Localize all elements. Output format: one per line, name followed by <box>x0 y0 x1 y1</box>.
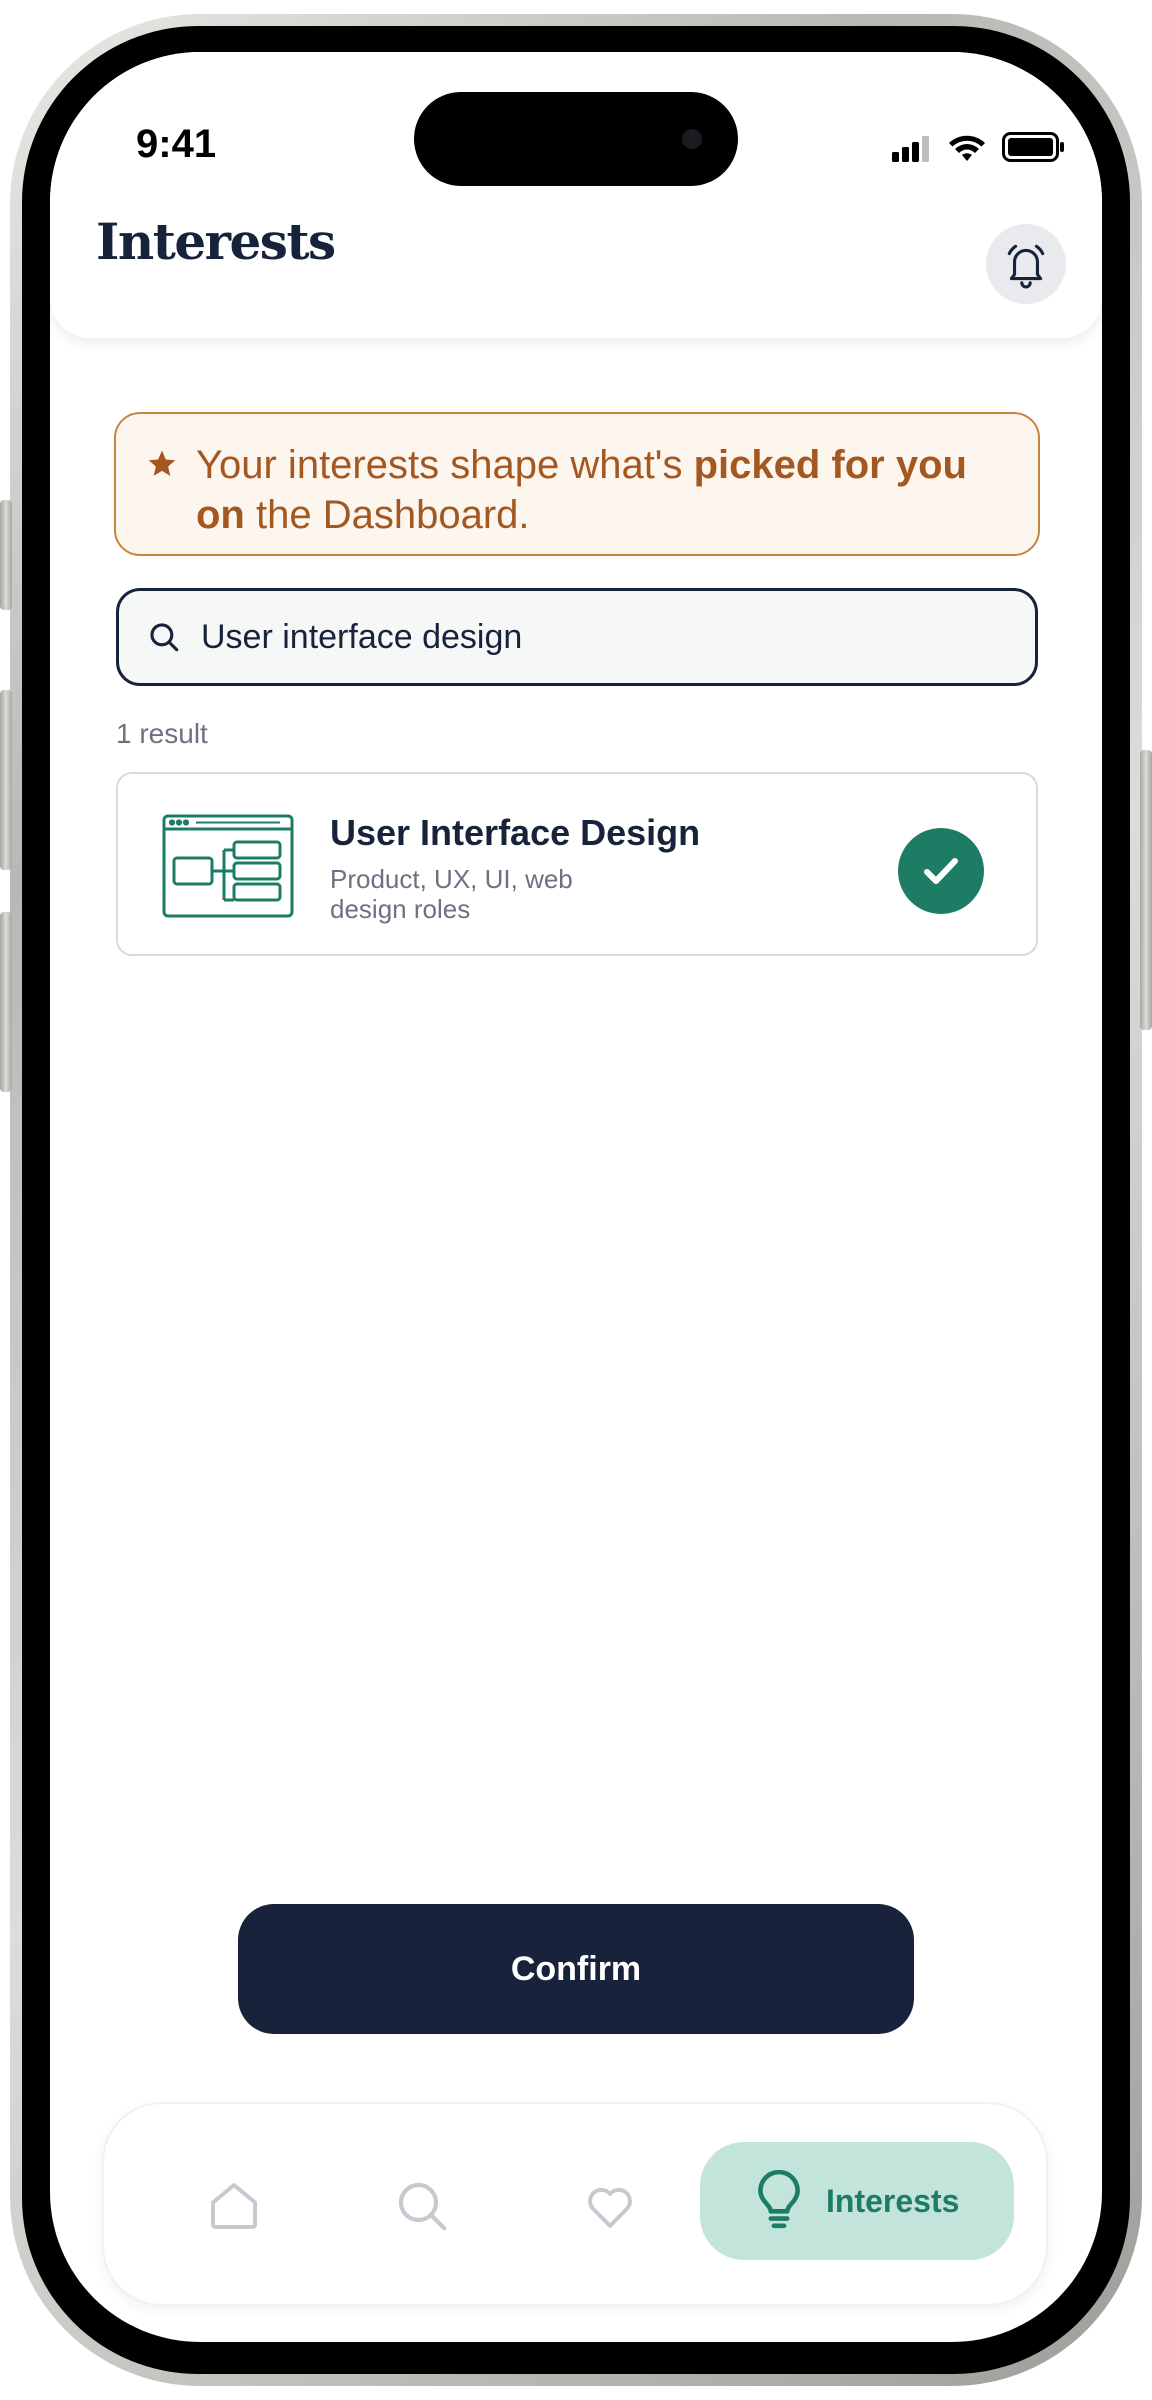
nav-item-search[interactable] <box>394 2178 450 2239</box>
heart-icon <box>588 2187 632 2228</box>
confirm-button[interactable]: Confirm <box>238 1904 914 2034</box>
banner-text: Your interests shape what's <box>196 443 694 487</box>
page-title: Interests <box>96 212 336 271</box>
info-banner: Your interests shape what's picked for y… <box>114 412 1040 556</box>
search-box[interactable] <box>116 588 1038 686</box>
notifications-button[interactable] <box>986 224 1066 304</box>
banner-text-end: the Dashboard. <box>244 493 530 537</box>
volume-up-button <box>0 690 12 870</box>
ui-design-icon <box>162 814 294 918</box>
nav-item-favorites[interactable] <box>582 2178 638 2239</box>
camera-icon <box>682 129 702 149</box>
screen: Interests 9:41 Your interests shape what… <box>50 52 1102 2342</box>
interest-title: User Interface Design <box>330 812 701 853</box>
selected-checkbox[interactable] <box>898 828 984 914</box>
bell-icon <box>1007 244 1045 289</box>
signal-icon <box>892 136 929 162</box>
status-time: 9:41 <box>136 122 217 166</box>
nav-interests-label: Interests <box>826 2182 960 2219</box>
status-icons <box>892 132 1066 162</box>
dynamic-island <box>414 92 738 186</box>
interest-card[interactable]: User Interface Design Product, UX, UI, w… <box>116 772 1038 956</box>
battery-icon <box>1002 132 1064 162</box>
search-icon <box>398 2182 447 2231</box>
search-input[interactable] <box>201 617 981 657</box>
lightbulb-icon <box>758 2170 800 2229</box>
home-icon <box>211 2183 257 2229</box>
bottom-nav: Interests <box>102 2102 1048 2306</box>
search-icon <box>150 623 179 652</box>
power-button <box>1140 750 1152 1030</box>
nav-item-interests[interactable]: Interests <box>700 2142 1014 2260</box>
action-button <box>0 500 12 610</box>
wifi-icon <box>949 135 985 161</box>
star-icon <box>148 450 176 476</box>
nav-item-home[interactable] <box>206 2178 262 2239</box>
volume-down-button <box>0 912 12 1092</box>
result-count: 1 result <box>116 718 208 749</box>
interest-subtitle: Product, UX, UI, web design roles <box>330 864 573 924</box>
checkmark-icon <box>924 858 958 884</box>
